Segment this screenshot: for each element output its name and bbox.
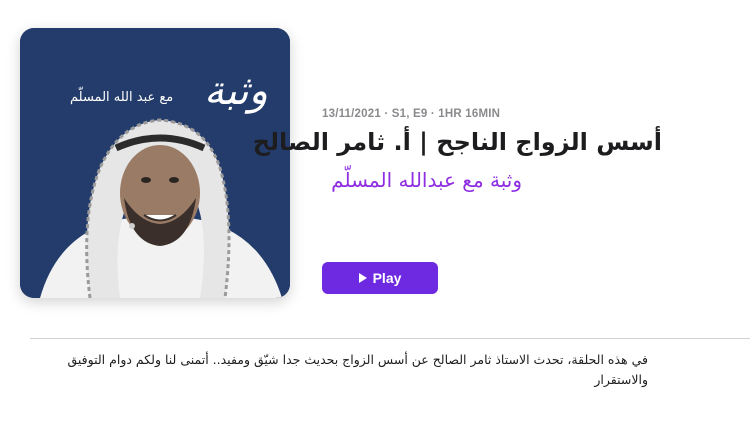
episode-title: أسس الزواج الناجح | أ. ثامر الصالح [252,128,662,156]
episode-meta: 13/11/2021 · S1, E9 · 1HR 16MIN [322,108,501,120]
episode-artwork: مع عبد الله المسلّم وثبة [20,28,290,298]
artwork-title: وثبة [204,68,268,114]
artwork-byline: مع عبد الله المسلّم [70,90,174,105]
episode-description: في هذه الحلقة، تحدث الاستاذ ثامر الصالح … [67,352,648,387]
play-icon [358,273,367,283]
divider [30,338,750,339]
play-button[interactable]: Play [322,262,438,294]
play-button-label: Play [372,270,402,286]
show-name-link[interactable]: وثبة مع عبدالله المسلّم [322,168,522,192]
